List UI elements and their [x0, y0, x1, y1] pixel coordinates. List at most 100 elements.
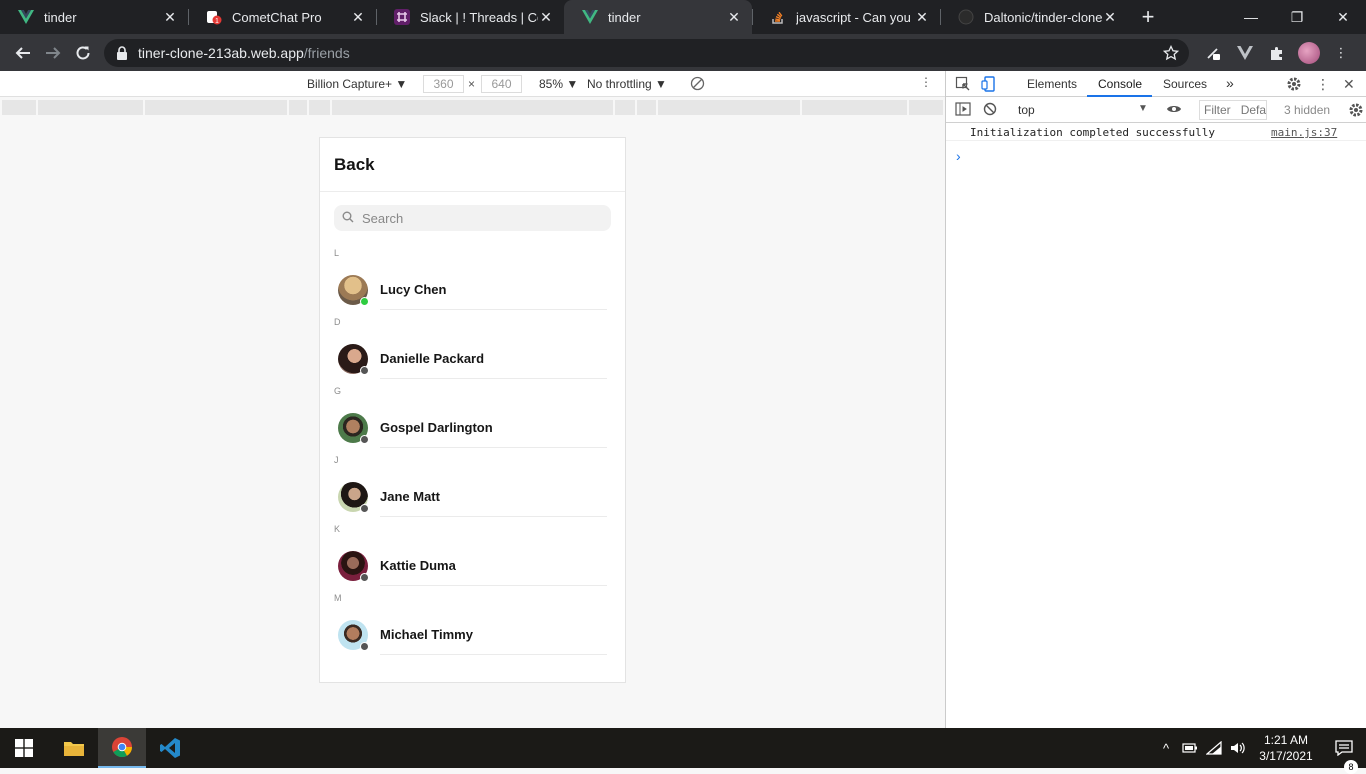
browser-tab[interactable]: Slack | ! Threads | Come ✕: [376, 0, 564, 34]
forward-arrow-icon[interactable]: [38, 38, 68, 68]
window-controls: — ❐ ✕: [1228, 0, 1366, 34]
tab-title: Daltonic/tinder-clone: A: [984, 9, 1102, 25]
console-source-link[interactable]: main.js:37: [1271, 126, 1337, 139]
friend-list-item[interactable]: Gospel Darlington: [320, 400, 625, 455]
tab-title: javascript - Can you for: [796, 9, 914, 25]
friend-name: Lucy Chen: [380, 282, 447, 297]
inspect-element-icon[interactable]: [955, 76, 971, 92]
device-toggle-icon[interactable]: [981, 76, 997, 92]
file-explorer-icon[interactable]: [50, 728, 98, 768]
close-icon[interactable]: ✕: [350, 9, 366, 26]
device-select[interactable]: Billion Capture+ ▼: [307, 77, 407, 91]
vue-icon: [582, 9, 598, 25]
chrome-taskbar-icon[interactable]: [98, 728, 146, 768]
close-icon[interactable]: ✕: [538, 9, 554, 26]
reload-icon[interactable]: [68, 38, 98, 68]
battery-icon[interactable]: [1178, 743, 1202, 753]
throttle-select[interactable]: No throttling ▼: [587, 77, 667, 91]
windows-start-icon[interactable]: [0, 728, 48, 768]
avatar: [338, 412, 369, 444]
profile-avatar[interactable]: [1295, 39, 1323, 67]
browser-tab[interactable]: 1 CometChat Pro ✕: [188, 0, 376, 34]
console-settings-icon[interactable]: [1348, 102, 1364, 121]
tab-title: Slack | ! Threads | Come: [420, 9, 538, 25]
browser-toolbar: tiner-clone-213ab.web.app/friends ⋮: [0, 34, 1366, 71]
vue-devtools-icon[interactable]: [1231, 39, 1259, 67]
lock-icon[interactable]: [116, 45, 128, 60]
tab-console[interactable]: Console: [1098, 77, 1142, 91]
tab-sources[interactable]: Sources: [1163, 77, 1207, 91]
chrome-menu-icon[interactable]: ⋮: [1327, 39, 1355, 67]
address-bar[interactable]: tiner-clone-213ab.web.app/friends: [104, 38, 1189, 67]
browser-tab[interactable]: Daltonic/tinder-clone: A ✕: [940, 0, 1128, 34]
stackoverflow-icon: [770, 9, 786, 25]
console-prompt[interactable]: ›: [956, 148, 961, 164]
eye-icon[interactable]: [1166, 102, 1182, 119]
search-bar[interactable]: [334, 205, 611, 231]
avatar: [338, 343, 369, 375]
rotate-icon[interactable]: [690, 76, 705, 94]
close-icon[interactable]: ✕: [914, 9, 930, 26]
devtools-menu-icon[interactable]: ⋮: [1316, 76, 1330, 93]
console-toolbar: top ▼ Filter Defa 3 hidden: [946, 97, 1366, 123]
device-height-input[interactable]: 640: [481, 75, 522, 93]
hidden-messages-count: 3 hidden: [1284, 103, 1331, 117]
more-tabs-icon[interactable]: »: [1226, 75, 1234, 91]
friend-list-item[interactable]: Kattie Duma: [320, 538, 625, 593]
device-toolbar: Billion Capture+ ▼ 360 × 640 85% ▼ No th…: [0, 71, 945, 97]
close-devtools-icon[interactable]: ✕: [1343, 76, 1355, 93]
friend-list-item[interactable]: Lucy Chen: [320, 262, 625, 317]
page-viewport: Billion Capture+ ▼ 360 × 640 85% ▼ No th…: [0, 71, 945, 728]
browser-tab[interactable]: tinder ✕: [0, 0, 188, 34]
chevron-up-icon[interactable]: ^: [1154, 741, 1178, 756]
sidebar-toggle-icon[interactable]: [955, 102, 971, 119]
device-width-input[interactable]: 360: [423, 75, 464, 93]
search-input[interactable]: [362, 210, 602, 226]
close-icon[interactable]: ✕: [726, 9, 742, 26]
console-message-text: Initialization completed successfully: [970, 126, 1216, 139]
friend-list-item[interactable]: Jane Matt: [320, 469, 625, 524]
back-button[interactable]: Back: [320, 138, 625, 192]
browser-tab[interactable]: javascript - Can you for ✕: [752, 0, 940, 34]
wifi-icon[interactable]: [1202, 741, 1226, 755]
group-letter: M: [334, 593, 342, 603]
clear-console-icon[interactable]: [983, 102, 997, 119]
console-message: Initialization completed successfully ma…: [946, 123, 1366, 141]
devtools-tab-bar: Elements Console Sources » ⋮ ✕: [946, 71, 1366, 97]
friend-list-item[interactable]: Danielle Packard: [320, 331, 625, 386]
group-letter: J: [334, 455, 339, 465]
pen-extension-icon[interactable]: [1199, 39, 1227, 67]
minimize-icon[interactable]: —: [1228, 0, 1274, 34]
system-clock[interactable]: 1:21 AM 3/17/2021: [1250, 732, 1322, 764]
tab-elements[interactable]: Elements: [1027, 77, 1077, 91]
vscode-taskbar-icon[interactable]: [146, 728, 194, 768]
close-window-icon[interactable]: ✕: [1320, 0, 1366, 34]
offline-status-dot: [360, 365, 369, 375]
zoom-select[interactable]: 85% ▼: [539, 77, 578, 91]
more-options-icon[interactable]: ⋮: [920, 75, 932, 89]
puzzle-extensions-icon[interactable]: [1263, 39, 1291, 67]
context-select[interactable]: top: [1018, 103, 1148, 117]
bookmark-star-icon[interactable]: [1163, 44, 1179, 61]
chevron-down-icon[interactable]: ▼: [1138, 103, 1148, 114]
devtools-panel: Elements Console Sources » ⋮ ✕ top ▼ Fil…: [945, 71, 1366, 728]
notification-badge: 8: [1344, 760, 1358, 774]
tab-title: tinder: [608, 9, 641, 25]
clock-date: 3/17/2021: [1259, 749, 1313, 763]
media-query-bar[interactable]: [2, 100, 944, 115]
settings-gear-icon[interactable]: [1286, 76, 1302, 92]
friend-list-item[interactable]: Michael Timmy: [320, 607, 625, 662]
friend-name: Danielle Packard: [380, 351, 485, 366]
close-icon[interactable]: ✕: [162, 9, 178, 26]
online-status-dot: [360, 296, 369, 306]
console-filter-input[interactable]: Filter Defa: [1199, 100, 1267, 120]
notification-center-icon[interactable]: 8: [1322, 740, 1366, 774]
avatar: [1298, 41, 1320, 64]
close-icon[interactable]: ✕: [1102, 9, 1118, 26]
browser-tab-active[interactable]: tinder ✕: [564, 0, 752, 34]
dimension-separator: ×: [468, 77, 476, 91]
new-tab-button[interactable]: +: [1132, 0, 1164, 34]
back-arrow-icon[interactable]: [8, 38, 38, 68]
restore-icon[interactable]: ❐: [1274, 0, 1320, 34]
volume-icon[interactable]: [1226, 741, 1250, 755]
